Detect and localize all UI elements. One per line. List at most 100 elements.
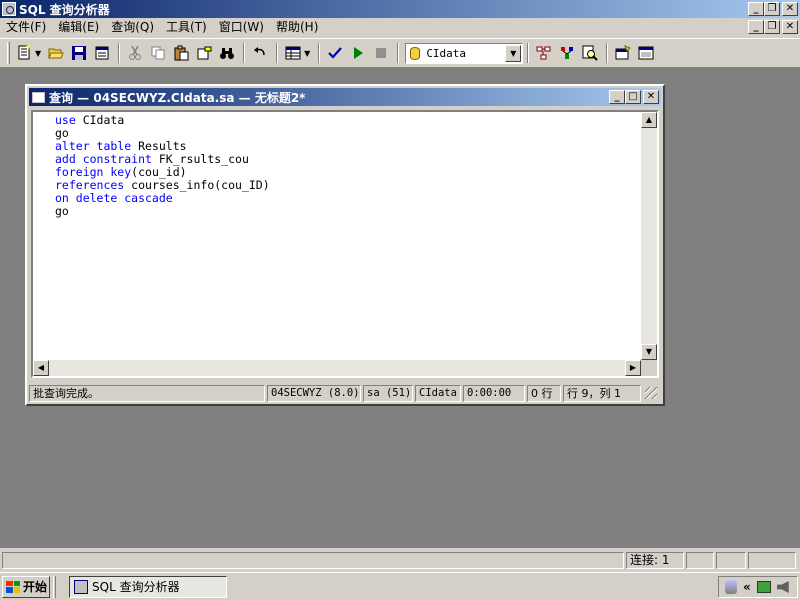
resize-grip-icon[interactable]: [645, 387, 657, 399]
scroll-left-icon[interactable]: ◀: [33, 360, 49, 376]
find-icon[interactable]: [216, 42, 238, 64]
app-title: SQL 查询分析器: [19, 2, 110, 17]
toolbar-separator: [606, 43, 609, 63]
menu-help[interactable]: 帮助(H): [270, 18, 324, 37]
results-grid-icon[interactable]: [282, 42, 304, 64]
query-analyzer-icon: [74, 579, 88, 594]
mdi-window-controls: _ ❐ ✕: [748, 20, 798, 34]
status-main-panel: [2, 551, 624, 569]
paste-icon[interactable]: [170, 42, 192, 64]
code-line: go: [55, 205, 641, 218]
mdi-minimize-button[interactable]: _: [748, 20, 764, 34]
query-document-icon: [32, 91, 45, 103]
query-status-bar: 批查询完成。 04SECWYZ (8.0) sa (51) CIdata 0:0…: [29, 384, 661, 402]
window-controls: _ ❐ ✕: [748, 2, 798, 16]
query-minimize-button[interactable]: _: [609, 90, 625, 104]
save-icon[interactable]: [68, 42, 90, 64]
sql-text: go: [55, 204, 69, 218]
execute-icon[interactable]: [347, 42, 369, 64]
object-search-icon[interactable]: [579, 42, 601, 64]
menu-query[interactable]: 查询(Q): [105, 18, 160, 37]
mdi-restore-button[interactable]: ❐: [764, 20, 780, 34]
menu-tools[interactable]: 工具(T): [160, 18, 213, 37]
restore-button[interactable]: ❐: [764, 2, 780, 16]
app-title-bar[interactable]: SQL 查询分析器 _ ❐ ✕: [0, 0, 800, 18]
status-rows: 0 行: [527, 384, 561, 402]
menu-bar: 文件(F) 编辑(E) 查询(Q) 工具(T) 窗口(W) 帮助(H) _ ❐ …: [0, 18, 800, 37]
toolbar-separator: [243, 43, 246, 63]
results-mode-dropdown-icon[interactable]: ▼: [304, 49, 310, 58]
tray-expand-icon[interactable]: «: [743, 580, 751, 594]
start-label: 开始: [23, 580, 48, 594]
menu-edit[interactable]: 编辑(E): [52, 18, 105, 37]
query-window-controls: _ □ ✕: [609, 90, 659, 104]
database-select[interactable]: CIdata ▼: [405, 42, 524, 64]
windows-logo-icon: [6, 580, 20, 593]
query-status-message: 批查询完成。: [29, 384, 265, 402]
query-analyzer-icon: [2, 2, 16, 16]
show-results-icon[interactable]: [635, 42, 657, 64]
sql-text: (cou_id): [131, 165, 187, 179]
status-panel-3: [716, 551, 746, 569]
query-window[interactable]: 查询 — 04SECWYZ.CIdata.sa — 无标题2* _ □ ✕ us…: [25, 84, 665, 406]
mdi-close-button[interactable]: ✕: [782, 20, 798, 34]
toolbar-separator: [318, 43, 321, 63]
status-elapsed-time: 0:00:00: [463, 384, 525, 402]
parse-icon[interactable]: [324, 42, 346, 64]
new-query-dropdown-icon[interactable]: ▼: [35, 49, 41, 58]
start-button[interactable]: 开始: [2, 575, 50, 598]
minimize-button[interactable]: _: [748, 2, 764, 16]
sql-keyword: references: [55, 178, 125, 192]
estimated-plan-icon[interactable]: [556, 42, 578, 64]
code-line: use CIdata: [55, 114, 641, 127]
cancel-icon[interactable]: [370, 42, 392, 64]
menu-window[interactable]: 窗口(W): [213, 18, 270, 37]
open-icon[interactable]: [45, 42, 67, 64]
current-connection-icon[interactable]: [612, 42, 634, 64]
object-browser-icon[interactable]: [533, 42, 555, 64]
network-icon[interactable]: [756, 581, 771, 593]
query-window-title-bar[interactable]: 查询 — 04SECWYZ.CIdata.sa — 无标题2* _ □ ✕: [29, 88, 661, 106]
taskbar-grip[interactable]: [53, 575, 56, 598]
taskbar-item-query-analyzer[interactable]: SQL 查询分析器: [69, 575, 227, 598]
clear-icon[interactable]: [193, 42, 215, 64]
menu-file[interactable]: 文件(F): [0, 18, 52, 37]
toolbar-separator: [527, 43, 530, 63]
load-script-icon[interactable]: [91, 42, 113, 64]
undo-icon[interactable]: [249, 42, 271, 64]
query-maximize-button[interactable]: □: [625, 90, 641, 104]
vertical-scrollbar[interactable]: ▲ ▼: [641, 112, 657, 360]
status-database: CIdata: [415, 384, 461, 402]
status-connections: 连接: 1: [626, 551, 684, 569]
chevron-down-icon[interactable]: ▼: [505, 44, 522, 62]
cut-icon[interactable]: [124, 42, 146, 64]
scroll-up-icon[interactable]: ▲: [641, 112, 657, 128]
main-status-bar: 连接: 1: [0, 550, 800, 570]
status-panel-4: [748, 551, 796, 569]
new-query-icon[interactable]: [13, 42, 35, 64]
volume-icon[interactable]: [776, 581, 789, 593]
scroll-down-icon[interactable]: ▼: [641, 344, 657, 360]
sql-keyword: add constraint: [55, 152, 152, 166]
sql-editor[interactable]: use CIdata go alter table Results add const…: [31, 110, 659, 378]
toolbar-grip[interactable]: [7, 42, 10, 64]
toolbar-separator: [118, 43, 121, 63]
sql-service-manager-icon[interactable]: [725, 580, 737, 594]
sql-keyword: foreign key: [55, 165, 132, 179]
close-button[interactable]: ✕: [782, 2, 798, 16]
taskbar-item-label: SQL 查询分析器: [92, 580, 180, 594]
taskbar: 开始 SQL 查询分析器 «: [0, 572, 800, 600]
query-close-button[interactable]: ✕: [643, 90, 659, 104]
copy-icon[interactable]: [147, 42, 169, 64]
sql-text: CIdata: [75, 113, 125, 127]
horizontal-scrollbar[interactable]: ◀ ▶: [33, 360, 641, 376]
database-icon: [410, 46, 421, 60]
toolbar-separator: [397, 43, 400, 63]
scroll-right-icon[interactable]: ▶: [625, 360, 641, 376]
system-tray: «: [718, 576, 798, 598]
toolbar: ▼ ▼ CIdata ▼: [0, 38, 800, 68]
status-user: sa (51): [363, 384, 413, 402]
sql-text: go: [55, 126, 69, 140]
sql-text: FK_rsults_cou: [151, 152, 249, 166]
sql-code[interactable]: use CIdata go alter table Results add const…: [55, 114, 641, 218]
